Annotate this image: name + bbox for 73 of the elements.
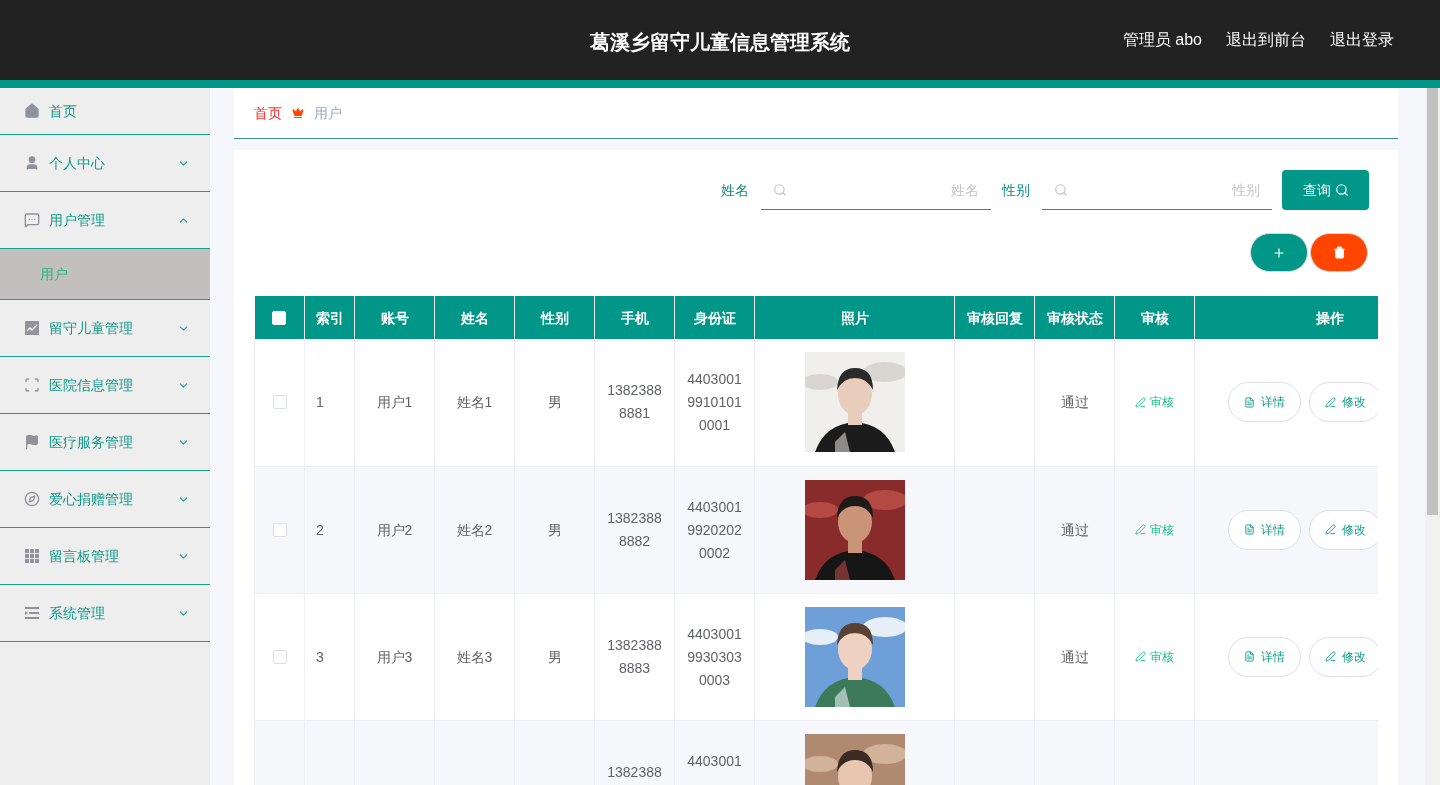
person-icon	[24, 155, 40, 171]
app-title: 葛溪乡留守儿童信息管理系统	[590, 30, 850, 55]
edit-button[interactable]: 修改	[1309, 509, 1378, 550]
table-cell: 1	[304, 339, 355, 466]
pen-icon	[1325, 651, 1336, 662]
review-link[interactable]: 审核	[1135, 521, 1174, 538]
chart-icon	[24, 320, 40, 336]
trash-icon	[1332, 246, 1346, 259]
scrollbar[interactable]	[1425, 88, 1440, 785]
list-icon	[24, 605, 40, 621]
pen-icon	[1135, 651, 1146, 662]
table-cell-text: 13823888881	[606, 381, 663, 423]
table-cell-text: 13823888882	[606, 508, 663, 551]
table-cell: 姓名2	[434, 466, 515, 593]
add-button[interactable]	[1250, 233, 1308, 272]
compass-icon	[24, 491, 40, 507]
table-cell: 姓名1	[434, 339, 515, 466]
search-icon	[1054, 183, 1068, 197]
table-cell: 用户2	[354, 466, 435, 593]
table-cell: 通过	[1034, 466, 1115, 593]
review-link[interactable]: 审核	[1135, 648, 1174, 665]
field-label: 性别	[1002, 181, 1030, 200]
table-cell-text: 440300199202020002	[686, 497, 743, 563]
search-icon	[1334, 183, 1349, 197]
edit-button[interactable]: 修改	[1309, 382, 1378, 423]
header-link[interactable]: 退出登录	[1330, 28, 1394, 52]
crown-icon	[292, 107, 304, 119]
admin-label: 管理员 abo	[1122, 30, 1202, 50]
chat-icon	[24, 212, 40, 228]
table-cell: 用户1	[354, 339, 435, 466]
table-cell: 3	[304, 593, 355, 720]
home-icon	[24, 103, 40, 119]
table-cell: 姓名3	[434, 593, 515, 720]
grid-icon	[24, 548, 40, 564]
table-cell-text: 440300199303030003	[686, 624, 743, 690]
search-field[interactable]: 性别	[1042, 170, 1272, 210]
delete-button[interactable]	[1310, 233, 1368, 272]
header-link[interactable]: 退出到前台	[1226, 28, 1306, 52]
document-icon	[1244, 396, 1255, 408]
table-cell: 通过	[1034, 593, 1115, 720]
table-cell: 男	[514, 466, 595, 593]
table-cell-text: 440300199101010001	[686, 370, 743, 435]
document-icon	[1244, 651, 1255, 662]
flag-icon	[24, 434, 40, 450]
table-cell: 男	[514, 593, 595, 720]
pen-icon	[1135, 396, 1146, 408]
table-cell-text: 4403001	[686, 751, 743, 771]
search-button[interactable]: 查询	[1282, 170, 1369, 210]
pen-icon	[1135, 524, 1146, 535]
edit-button[interactable]: 修改	[1309, 636, 1378, 677]
plus-icon	[1272, 245, 1286, 260]
table-cell-text: 13823888883	[606, 635, 663, 678]
table-cell: 男	[514, 339, 595, 466]
pen-icon	[1325, 396, 1336, 408]
details-button[interactable]: 详情	[1228, 509, 1301, 550]
frame-icon	[24, 377, 40, 393]
pen-icon	[1325, 524, 1336, 535]
details-button[interactable]: 详情	[1228, 636, 1301, 677]
breadcrumb-current: 用户	[314, 104, 342, 123]
table-cell: 2	[304, 466, 355, 593]
search-icon	[773, 183, 787, 197]
details-button[interactable]: 详情	[1228, 382, 1301, 423]
checkbox[interactable]	[272, 522, 287, 537]
checkbox[interactable]	[272, 395, 287, 410]
document-icon	[1244, 524, 1255, 535]
table-cell: 通过	[1034, 339, 1115, 466]
checkbox[interactable]	[272, 649, 287, 664]
search-field[interactable]: 姓名	[761, 170, 991, 210]
field-label: 姓名	[721, 181, 749, 200]
breadcrumb-link[interactable]: 首页	[254, 103, 282, 123]
table-cell: 用户3	[354, 593, 435, 720]
table-cell-text: 1382388	[606, 762, 663, 782]
review-link[interactable]: 审核	[1135, 394, 1174, 411]
